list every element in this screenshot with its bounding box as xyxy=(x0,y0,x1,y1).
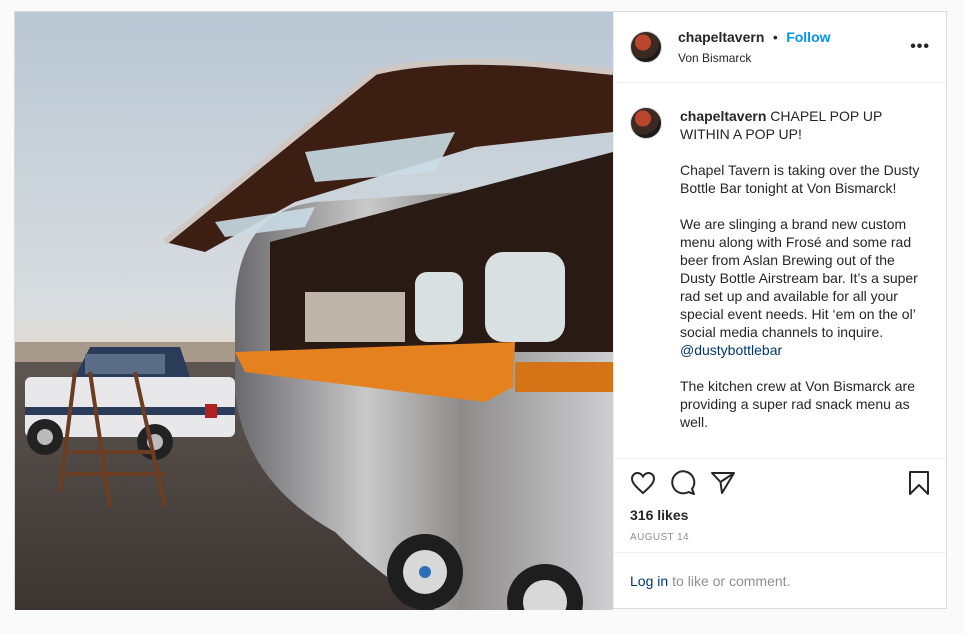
heart-icon[interactable] xyxy=(630,471,656,495)
login-prompt: Log in to like or comment. xyxy=(614,552,946,608)
airstream-photo xyxy=(15,12,613,610)
separator-dot: • xyxy=(772,28,778,45)
avatar[interactable] xyxy=(630,31,662,63)
bookmark-icon[interactable] xyxy=(908,470,930,496)
comment-icon[interactable] xyxy=(670,470,696,496)
share-icon[interactable] xyxy=(710,471,736,495)
caption-area: chapeltavern CHAPEL POP UP WITHIN A POP … xyxy=(614,83,946,458)
more-horizontal-icon[interactable]: ••• xyxy=(910,38,930,56)
login-text: to like or comment. xyxy=(672,572,791,589)
follow-button[interactable]: Follow xyxy=(786,29,830,45)
likes-count[interactable]: 316 likes xyxy=(630,507,930,523)
caption-paragraph-3: We are slinging a brand new custom menu … xyxy=(680,216,918,340)
username-link[interactable]: chapeltavern xyxy=(678,29,764,45)
post-sidebar: chapeltavern • Follow Von Bismarck ••• c… xyxy=(613,12,946,608)
instagram-post: chapeltavern • Follow Von Bismarck ••• c… xyxy=(14,11,947,610)
post-photo[interactable] xyxy=(15,12,613,610)
caption-username[interactable]: chapeltavern xyxy=(680,108,766,124)
mention-link[interactable]: @dustybottlebar xyxy=(680,342,782,358)
location-link[interactable]: Von Bismarck xyxy=(678,49,831,67)
post-header: chapeltavern • Follow Von Bismarck ••• xyxy=(614,12,946,83)
post-date[interactable]: AUGUST 14 xyxy=(630,532,930,543)
caption-avatar[interactable] xyxy=(630,107,662,139)
caption-text: chapeltavern CHAPEL POP UP WITHIN A POP … xyxy=(680,107,926,458)
action-bar: 316 likes AUGUST 14 xyxy=(614,458,946,552)
login-link[interactable]: Log in xyxy=(630,573,668,589)
caption-paragraph-4: The kitchen crew at Von Bismarck are pro… xyxy=(680,378,915,430)
caption-paragraph-2: Chapel Tavern is taking over the Dusty B… xyxy=(680,162,920,196)
